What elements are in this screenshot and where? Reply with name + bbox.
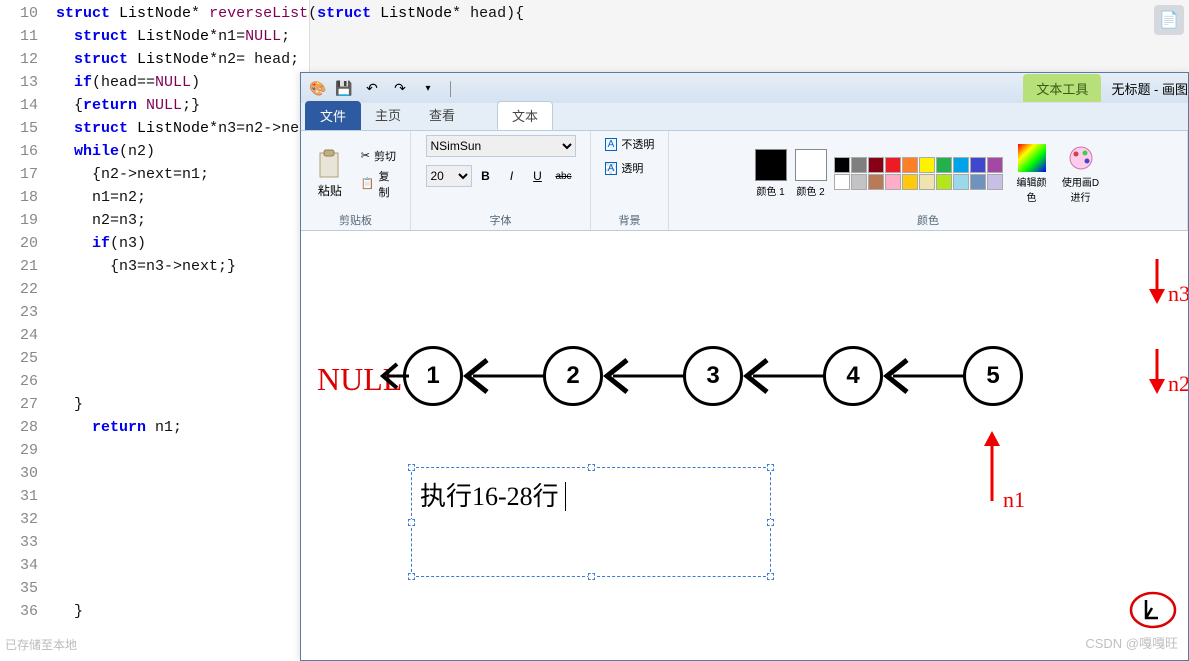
color-swatch[interactable] [970, 157, 986, 173]
context-tab-text-tools[interactable]: 文本工具 [1023, 74, 1101, 102]
color-swatch[interactable] [868, 157, 884, 173]
arrow-3-2 [601, 352, 686, 400]
color-swatch[interactable] [851, 174, 867, 190]
group-colors: 颜色 1 颜色 2 编辑颜色 使用画D 进行 颜色 [669, 131, 1188, 230]
color-palette[interactable] [834, 157, 1003, 190]
tab-text[interactable]: 文本 [497, 101, 553, 130]
color-swatch[interactable] [868, 174, 884, 190]
app-icon: 🎨 [309, 79, 327, 97]
color-swatch[interactable] [987, 157, 1003, 173]
color-swatch[interactable] [902, 174, 918, 190]
save-icon[interactable]: 💾 [335, 79, 353, 97]
text-box-content: 执行16-28行 [420, 482, 559, 511]
ribbon: 粘贴 ✂剪切 📋复制 剪贴板 NSimSun 20 B I [301, 131, 1188, 231]
color-swatch[interactable] [919, 174, 935, 190]
color-swatch[interactable] [834, 157, 850, 173]
node-2: 2 [543, 346, 603, 406]
bold-button[interactable]: B [476, 166, 496, 186]
copy-icon: 📋 [361, 177, 375, 190]
cut-button[interactable]: ✂剪切 [357, 147, 402, 165]
editor-status: 已存储至本地 [5, 635, 77, 658]
group-font: NSimSun 20 B I U abc 字体 [411, 131, 591, 230]
paste-label: 粘贴 [318, 182, 342, 199]
arrow-5-4 [881, 352, 966, 400]
code-editor-pane: 1011121314151617181920212223242526272829… [0, 0, 310, 661]
title-bar: 🎨 💾 ↶ ↷ ▾ │ 文本工具 无标题 - 画图 [301, 73, 1188, 103]
pointer-n3: n3 [1146, 259, 1168, 310]
paint-window: 🎨 💾 ↶ ↷ ▾ │ 文本工具 无标题 - 画图 文件 主页 查看 文本 粘贴 [300, 72, 1189, 661]
use-paint-button[interactable]: 使用画D 进行 [1059, 144, 1103, 204]
copy-button[interactable]: 📋复制 [357, 167, 402, 201]
arrow-4-3 [741, 352, 826, 400]
background-group-label: 背景 [619, 212, 641, 228]
qat-menu-icon[interactable]: ▾ [419, 79, 437, 97]
doodle [1128, 590, 1178, 630]
color-swatch[interactable] [885, 174, 901, 190]
node-4: 4 [823, 346, 883, 406]
paint-canvas[interactable]: NULL 1 2 3 4 5 n3 n2 n1 执行16-28行 [301, 231, 1188, 660]
tab-file[interactable]: 文件 [305, 101, 361, 130]
pointer-n2: n2 [1146, 349, 1168, 400]
color-swatch[interactable] [936, 174, 952, 190]
document-icon[interactable]: 📄 [1154, 5, 1184, 35]
group-clipboard: 粘贴 ✂剪切 📋复制 剪贴板 [301, 131, 411, 230]
color-swatch[interactable] [953, 157, 969, 173]
italic-button[interactable]: I [502, 166, 522, 186]
tab-home[interactable]: 主页 [361, 101, 415, 130]
separator: │ [447, 81, 455, 96]
watermark: CSDN @嘎嘎旺 [1085, 633, 1178, 652]
clipboard-group-label: 剪贴板 [339, 212, 372, 228]
font-group-label: 字体 [490, 212, 512, 228]
color-swatch[interactable] [936, 157, 952, 173]
color-swatch[interactable] [953, 174, 969, 190]
color-swatch[interactable] [834, 174, 850, 190]
tab-view[interactable]: 查看 [415, 101, 469, 130]
text-box[interactable]: 执行16-28行 [411, 467, 771, 577]
undo-icon[interactable]: ↶ [363, 79, 381, 97]
line-gutter: 1011121314151617181920212223242526272829… [0, 0, 48, 661]
font-size-select[interactable]: 20 [426, 165, 472, 187]
window-title: 无标题 - 画图 [1111, 79, 1188, 98]
color-swatch[interactable] [987, 174, 1003, 190]
colors-group-label: 颜色 [917, 212, 939, 228]
group-background: A不透明 A透明 背景 [591, 131, 669, 230]
arrow-2-1 [461, 352, 546, 400]
transparent-option[interactable]: A透明 [605, 159, 644, 177]
underline-button[interactable]: U [528, 166, 548, 186]
pointer-n1: n1 [981, 431, 1003, 507]
redo-icon[interactable]: ↷ [391, 79, 409, 97]
color1-button[interactable]: 颜色 1 [754, 149, 788, 198]
quick-access-toolbar: 💾 ↶ ↷ ▾ [331, 79, 441, 97]
color-swatch[interactable] [885, 157, 901, 173]
scissors-icon: ✂ [361, 149, 370, 162]
color-swatch[interactable] [902, 157, 918, 173]
paste-button[interactable]: 粘贴 [309, 149, 351, 199]
arrow-1-null [379, 352, 409, 400]
edit-colors-button[interactable]: 编辑颜色 [1015, 144, 1049, 204]
opaque-option[interactable]: A不透明 [605, 135, 655, 153]
color2-button[interactable]: 颜色 2 [794, 149, 828, 198]
color-swatch[interactable] [851, 157, 867, 173]
color-swatch[interactable] [970, 174, 986, 190]
node-5: 5 [963, 346, 1023, 406]
color-swatch[interactable] [919, 157, 935, 173]
node-1: 1 [403, 346, 463, 406]
font-family-select[interactable]: NSimSun [426, 135, 576, 157]
strike-button[interactable]: abc [554, 166, 574, 186]
ribbon-tabs: 文件 主页 查看 文本 [301, 103, 1188, 131]
node-3: 3 [683, 346, 743, 406]
